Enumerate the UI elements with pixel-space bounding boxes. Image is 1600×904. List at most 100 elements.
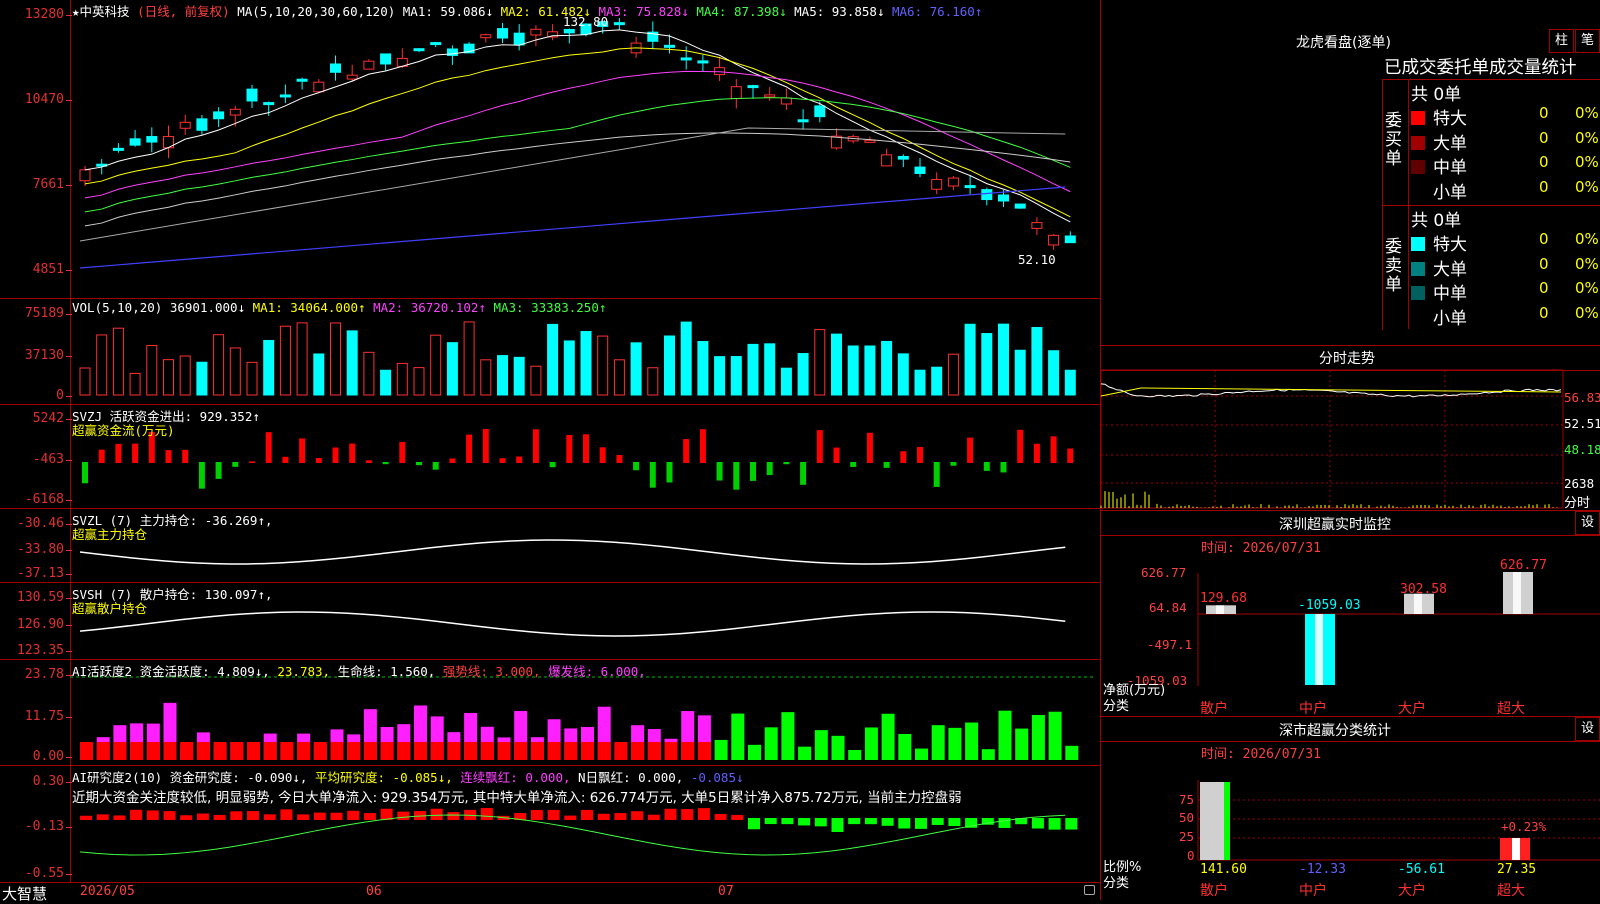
- activity-base-bar: [330, 742, 344, 760]
- ai-res-tick: 0.30: [2, 774, 72, 789]
- research-bar: [881, 818, 894, 826]
- candle-body: [530, 28, 542, 36]
- volume-bar: [446, 342, 458, 396]
- volume-bar: [597, 335, 609, 396]
- candle-body: [346, 74, 358, 80]
- volume-bar: [680, 321, 692, 396]
- candle-body: [296, 78, 308, 82]
- fund-flow-bar: [783, 462, 790, 465]
- research-bar: [196, 813, 209, 820]
- fund-flow-bar: [900, 451, 907, 463]
- activity-base-bar: [96, 742, 110, 760]
- sz-monitor-settings-button[interactable]: 设: [1575, 511, 1600, 535]
- fund-flow-bar: [1033, 443, 1040, 463]
- candle-body: [563, 28, 575, 34]
- activity-base-bar: [230, 742, 244, 760]
- activity-bar: [898, 734, 912, 760]
- order-percent: 0%: [1575, 303, 1599, 322]
- sell-orders-label: 委卖单: [1385, 237, 1402, 295]
- order-count: 0: [1539, 153, 1549, 171]
- candle-body: [964, 185, 976, 189]
- research-bar: [247, 811, 259, 820]
- brand-logo[interactable]: 大智慧: [2, 883, 47, 904]
- low-price-mark: 52.10: [1018, 252, 1056, 267]
- fund-flow-bar: [182, 449, 189, 463]
- activity-base-bar: [196, 742, 210, 760]
- fund-flow-bar: [549, 462, 556, 468]
- fund-flow-bar: [399, 441, 406, 463]
- period-mode[interactable]: (日线, 前复权): [137, 4, 230, 19]
- ma6-line: [79, 186, 1066, 269]
- fund-flow-bar: [382, 462, 389, 465]
- ai-research-description: 近期大资金关注度较低, 明显弱势, 今日大单净流入: 929.354万元, 其中…: [72, 790, 962, 806]
- candle-body: [79, 169, 91, 182]
- activity-bar: [864, 727, 878, 760]
- retail-position-line: [79, 611, 1066, 637]
- research-bar: [931, 818, 944, 825]
- moving-average-line: [84, 47, 1071, 218]
- research-bar: [915, 818, 927, 829]
- activity-base-bar: [247, 742, 260, 760]
- volume-bar: [563, 340, 575, 396]
- svzl-tick: -33.80: [2, 542, 72, 557]
- activity-bar: [915, 748, 928, 760]
- candle-body: [797, 119, 809, 123]
- order-count: 0: [1539, 128, 1549, 147]
- volume-bar: [396, 362, 408, 396]
- fund-flow-bar: [816, 430, 823, 463]
- research-bar: [130, 809, 143, 820]
- research-bar: [831, 818, 844, 832]
- kline-chart-canvas[interactable]: [0, 0, 1100, 882]
- ai-act-tick: 11.75: [2, 709, 72, 724]
- sz-class-settings-button[interactable]: 设: [1575, 717, 1600, 741]
- main-position-line: [79, 539, 1066, 565]
- fund-flow-bar: [132, 443, 139, 463]
- order-count: 0: [1539, 303, 1549, 322]
- candle-body: [814, 105, 826, 118]
- candle-body: [413, 48, 425, 52]
- fund-flow-bar: [215, 462, 222, 479]
- activity-base-bar: [647, 742, 661, 760]
- order-size-label: 中单: [1433, 158, 1467, 178]
- fund-flow-bar: [833, 447, 840, 463]
- candle-body: [881, 154, 893, 167]
- research-bar: [530, 809, 543, 820]
- buy-orders-label: 委买单: [1385, 111, 1402, 169]
- stock-name[interactable]: ★中英科技: [72, 4, 130, 19]
- activity-base-bar: [397, 742, 411, 760]
- fund-flow-bar: [1000, 462, 1007, 473]
- fund-flow-bar: [950, 462, 957, 466]
- order-percent: 0%: [1575, 254, 1599, 273]
- fund-flow-bar: [599, 447, 606, 463]
- volume-bar: [129, 372, 141, 396]
- research-bar: [898, 818, 911, 829]
- volume-bar: [463, 321, 475, 396]
- intraday-tick: 48.18: [1564, 442, 1600, 457]
- research-bar: [363, 813, 376, 820]
- fund-flow-bar: [800, 462, 807, 485]
- research-bar: [447, 812, 460, 820]
- sz-class-xlabel: 分类: [1103, 876, 1130, 891]
- date-tick: 06: [366, 884, 382, 899]
- color-swatch-icon: [1411, 111, 1425, 125]
- research-bar: [263, 814, 276, 820]
- volume-bar: [847, 345, 859, 396]
- candle-body: [1014, 203, 1026, 209]
- vol-ma2: MA2: 36720.102↑: [373, 300, 486, 315]
- svzl-subtitle: 超赢主力持仓: [72, 527, 148, 542]
- research-bar: [1065, 818, 1078, 830]
- vol-header: VOL(5,10,20) 36901.000↓ MA1: 34064.000↑ …: [72, 300, 606, 315]
- activity-bar: [731, 713, 745, 760]
- research-bar: [614, 813, 627, 820]
- activity-base-bar: [280, 742, 294, 760]
- ai-act-header: AI活跃度2 资金活跃度: 4.809↓, 23.783, 生命线: 1.560…: [72, 661, 646, 680]
- svzj-subtitle: 超赢资金流(万元): [72, 423, 175, 438]
- lock-icon[interactable]: [1084, 885, 1095, 895]
- activity-base-bar: [213, 742, 227, 760]
- column-mode-button[interactable]: 柱: [1549, 29, 1574, 53]
- fund-flow-bar: [165, 450, 172, 463]
- candle-body: [764, 94, 776, 98]
- tick-mode-button[interactable]: 笔: [1575, 29, 1600, 53]
- research-bar: [631, 811, 644, 820]
- color-swatch-icon: [1411, 237, 1425, 251]
